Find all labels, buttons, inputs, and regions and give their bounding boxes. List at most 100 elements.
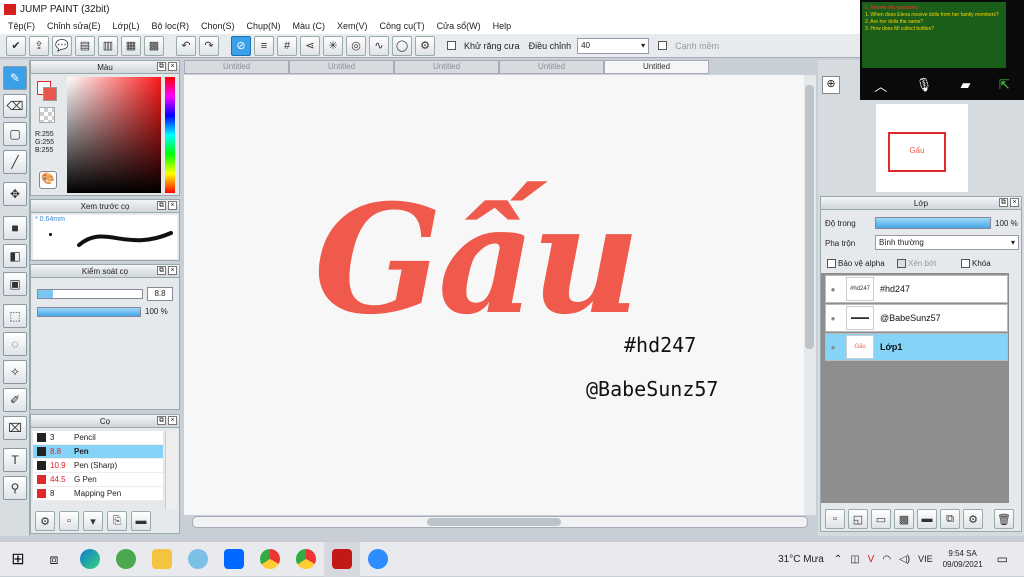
- message-icon[interactable]: ▤: [75, 35, 95, 56]
- new-layer-icon[interactable]: ▫: [825, 509, 845, 529]
- popout-icon[interactable]: ⇱: [999, 77, 1010, 93]
- grid-settings-icon[interactable]: ▩: [144, 35, 164, 56]
- hue-slider[interactable]: [165, 77, 175, 193]
- brush-list-scrollbar[interactable]: [165, 431, 177, 509]
- settings-app[interactable]: [108, 542, 144, 577]
- tab-untitled-5[interactable]: Untitled: [604, 60, 709, 74]
- tab-untitled-1[interactable]: Untitled: [184, 60, 289, 74]
- settings-icon[interactable]: ⚙: [415, 35, 435, 56]
- float-icon[interactable]: ⧉: [157, 201, 166, 210]
- canvas-horizontal-scrollbar[interactable]: [192, 516, 808, 528]
- close-icon[interactable]: ×: [168, 201, 177, 210]
- chevron-up-icon[interactable]: ︿: [874, 76, 887, 95]
- menu-capture[interactable]: Chụp(N): [241, 21, 287, 31]
- folder-icon[interactable]: ▬: [917, 509, 937, 529]
- brush-item-mapping-pen[interactable]: 8 Mapping Pen: [33, 487, 163, 501]
- tab-untitled-4[interactable]: Untitled: [499, 60, 604, 74]
- menu-tools[interactable]: Công cụ(T): [374, 21, 431, 31]
- gradient-tool-icon[interactable]: ▣: [3, 272, 27, 296]
- layer-row-lop1[interactable]: ● Gấu Lớp1: [825, 333, 1008, 361]
- close-icon[interactable]: ×: [1010, 198, 1019, 207]
- wifi-icon[interactable]: ◠: [882, 554, 891, 565]
- blend-select[interactable]: Bình thường ▾: [875, 235, 1019, 250]
- radial-snap-icon[interactable]: ✳: [323, 35, 343, 56]
- check-icon[interactable]: ✔: [6, 35, 26, 56]
- new-vector-layer-icon[interactable]: ◱: [848, 509, 868, 529]
- mic-off-icon[interactable]: 🎙: [916, 77, 933, 93]
- eraser-tool-icon[interactable]: ⌫: [3, 94, 27, 118]
- brush-menu-icon[interactable]: ▾: [83, 511, 103, 531]
- zoom-app[interactable]: [360, 542, 396, 577]
- menu-layer[interactable]: Lớp(L): [107, 21, 146, 31]
- brush-item-pencil[interactable]: 3 Pencil: [33, 431, 163, 445]
- chrome-app-2[interactable]: [288, 542, 324, 577]
- video-call-overlay[interactable]: 0. Answer the questions. 1. When does El…: [860, 0, 1024, 100]
- task-view-button[interactable]: ⧈: [36, 542, 72, 577]
- zoom-icon[interactable]: ⊕: [822, 76, 840, 94]
- no-snap-icon[interactable]: ⊘: [231, 35, 251, 56]
- float-icon[interactable]: ⧉: [157, 62, 166, 71]
- antialias-checkbox[interactable]: [447, 41, 456, 50]
- palette-icon[interactable]: 🎨: [39, 171, 57, 189]
- concentric-snap-icon[interactable]: ◎: [346, 35, 366, 56]
- chrome-app[interactable]: [252, 542, 288, 577]
- select-eraser-tool-icon[interactable]: ⌧: [3, 416, 27, 440]
- layer-settings-icon[interactable]: ⚙: [963, 509, 983, 529]
- brush-tool-icon[interactable]: ✎: [3, 66, 27, 90]
- chevron-up-icon[interactable]: ⌃: [834, 554, 842, 565]
- brush-item-g-pen[interactable]: 44.5 G Pen: [33, 473, 163, 487]
- comment-icon[interactable]: 💬: [52, 35, 72, 56]
- lasso-tool-icon[interactable]: ◌: [3, 332, 27, 356]
- redo-icon[interactable]: ↷: [199, 35, 219, 56]
- saturation-value-picker[interactable]: [67, 77, 161, 193]
- tab-untitled-2[interactable]: Untitled: [289, 60, 394, 74]
- vanishing-snap-icon[interactable]: ⋖: [300, 35, 320, 56]
- navigator-thumbnail[interactable]: Gấu: [876, 104, 968, 192]
- brush-settings-icon[interactable]: ⚙: [35, 511, 55, 531]
- layer-row-babesunz[interactable]: ● ▬▬▬ @BabeSunz57: [825, 304, 1008, 332]
- adjust-select[interactable]: 40 ▾: [577, 37, 650, 54]
- vivaldi-icon[interactable]: V: [868, 554, 875, 565]
- document-icon[interactable]: ▦: [121, 35, 141, 56]
- menu-help[interactable]: Help: [487, 21, 518, 31]
- text-tool-icon[interactable]: T: [3, 448, 27, 472]
- menu-select[interactable]: Chọn(S): [195, 21, 241, 31]
- rectangle-select-tool-icon[interactable]: ▢: [3, 122, 27, 146]
- language-indicator[interactable]: VIE: [918, 554, 933, 564]
- line-tool-icon[interactable]: ╱: [3, 150, 27, 174]
- brush-item-pen-sharp[interactable]: 10.9 Pen (Sharp): [33, 459, 163, 473]
- size-slider[interactable]: [37, 289, 143, 299]
- network-icon[interactable]: ◫: [850, 554, 859, 565]
- ellipse-snap-icon[interactable]: ◯: [392, 35, 412, 56]
- drawing-canvas[interactable]: Gấu #hd247 @BabeSunz57: [184, 75, 804, 515]
- select-pen-tool-icon[interactable]: ✐: [3, 388, 27, 412]
- fill-rect-tool-icon[interactable]: ■: [3, 216, 27, 240]
- notification-icon[interactable]: ▭: [997, 552, 1008, 566]
- tab-untitled-3[interactable]: Untitled: [394, 60, 499, 74]
- paint-app[interactable]: [180, 542, 216, 577]
- menu-color[interactable]: Màu (C): [287, 21, 332, 31]
- float-icon[interactable]: ⧉: [999, 198, 1008, 207]
- float-icon[interactable]: ⧉: [157, 416, 166, 425]
- file-explorer-app[interactable]: [144, 542, 180, 577]
- undo-icon[interactable]: ↶: [176, 35, 196, 56]
- lock-toggle[interactable]: Khóa: [961, 259, 991, 268]
- parallel-snap-icon[interactable]: ≡: [254, 35, 274, 56]
- marquee-tool-icon[interactable]: ⬚: [3, 304, 27, 328]
- grid-snap-icon[interactable]: #: [277, 35, 297, 56]
- protect-alpha-toggle[interactable]: Bảo vệ alpha: [827, 259, 885, 268]
- weather-widget[interactable]: 31°C Mưa: [778, 554, 824, 565]
- close-icon[interactable]: ×: [168, 62, 177, 71]
- size-value[interactable]: 8.8: [147, 287, 173, 301]
- folder-icon[interactable]: ▬: [131, 511, 151, 531]
- jump-paint-app[interactable]: [324, 541, 360, 577]
- zalo-app[interactable]: [216, 542, 252, 577]
- close-icon[interactable]: ×: [168, 266, 177, 275]
- menu-edit[interactable]: Chỉnh sửa(E): [41, 21, 107, 31]
- magic-wand-tool-icon[interactable]: ✧: [3, 360, 27, 384]
- duplicate-layer-icon[interactable]: ⧉: [940, 509, 960, 529]
- close-icon[interactable]: ×: [168, 416, 177, 425]
- canvas-vertical-scrollbar[interactable]: [804, 75, 816, 515]
- volume-icon[interactable]: ◁): [899, 554, 910, 565]
- brush-item-pen[interactable]: 8.8 Pen: [33, 445, 163, 459]
